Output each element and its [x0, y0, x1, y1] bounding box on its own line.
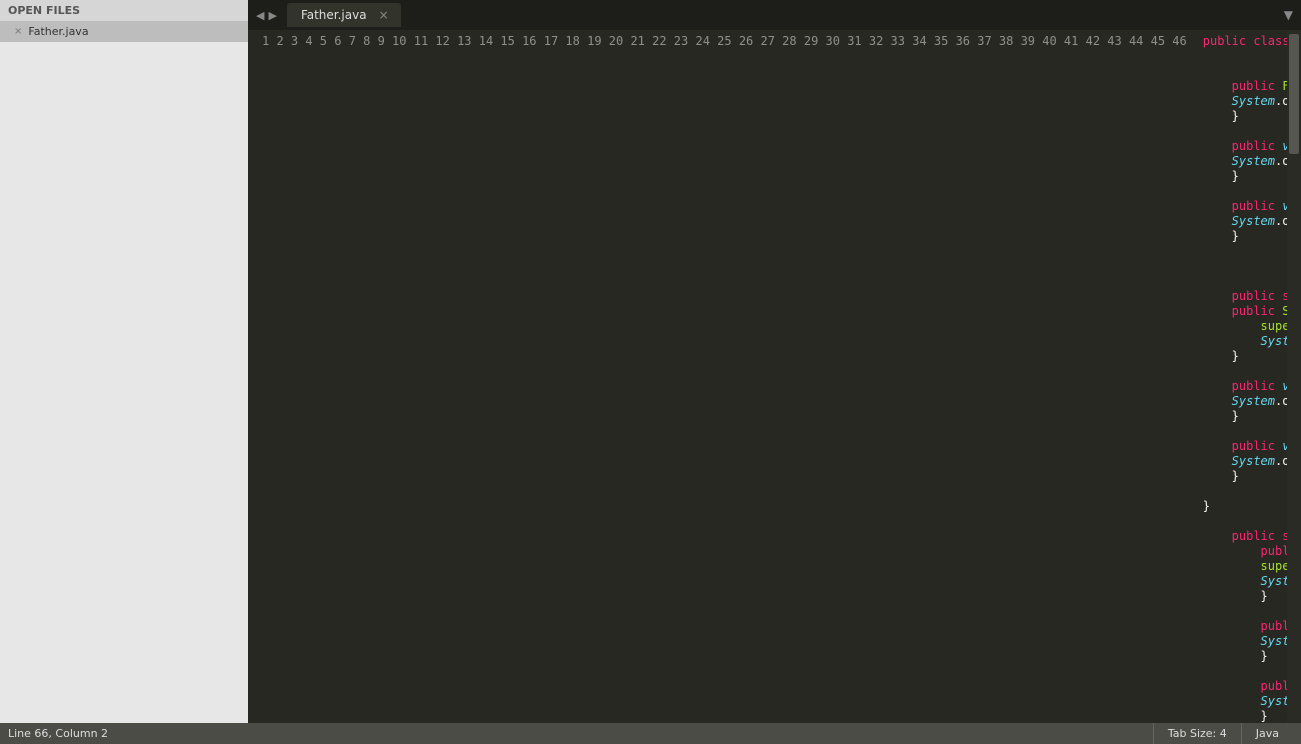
cursor-position: Line 66, Column 2 [8, 727, 108, 740]
app-root: OPEN FILES × Father.java ◀ ▶ Father.java… [0, 0, 1301, 744]
tab-size-indicator[interactable]: Tab Size: 4 [1153, 723, 1241, 744]
close-icon[interactable]: × [14, 26, 22, 37]
tabstrip: ◀ ▶ Father.java × ▼ [248, 0, 1301, 30]
tab-overflow-icon[interactable]: ▼ [1284, 8, 1293, 22]
main-area: OPEN FILES × Father.java ◀ ▶ Father.java… [0, 0, 1301, 723]
sidebar-header: OPEN FILES [0, 0, 248, 21]
language-indicator[interactable]: Java [1241, 723, 1293, 744]
sidebar: OPEN FILES × Father.java [0, 0, 248, 723]
line-gutter: 1 2 3 4 5 6 7 8 9 10 11 12 13 14 15 16 1… [248, 30, 1197, 723]
vertical-scrollbar[interactable] [1287, 30, 1301, 723]
tab-nav-next-icon[interactable]: ▶ [266, 9, 278, 22]
scrollbar-thumb[interactable] [1289, 34, 1299, 154]
close-icon[interactable]: × [379, 8, 389, 22]
code-area: 1 2 3 4 5 6 7 8 9 10 11 12 13 14 15 16 1… [248, 30, 1301, 723]
statusbar: Line 66, Column 2 Tab Size: 4 Java [0, 723, 1301, 744]
tab-father-java[interactable]: Father.java × [287, 3, 401, 27]
tab-nav-prev-icon[interactable]: ◀ [254, 9, 266, 22]
editor-pane: ◀ ▶ Father.java × ▼ 1 2 3 4 5 6 7 8 9 10… [248, 0, 1301, 723]
tab-label: Father.java [301, 8, 367, 22]
open-file-item[interactable]: × Father.java [0, 21, 248, 42]
open-file-label: Father.java [28, 25, 88, 38]
code-editor[interactable]: public class Father { public Father() { … [1197, 30, 1287, 723]
